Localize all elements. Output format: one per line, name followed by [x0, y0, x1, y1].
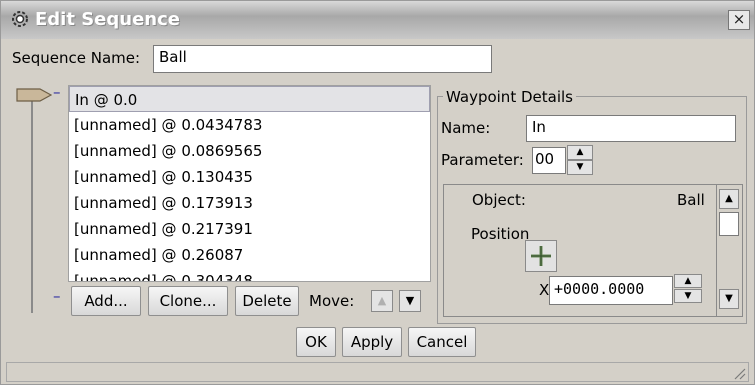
- waypoint-name-label: Name:: [441, 119, 491, 137]
- scrollbar-thumb[interactable]: [719, 212, 739, 236]
- arrow-down-icon: ▼: [405, 294, 415, 307]
- arrow-up-icon: ▲: [725, 193, 733, 204]
- ok-button[interactable]: OK: [296, 327, 336, 357]
- list-item[interactable]: [unnamed] @ 0.26087: [69, 242, 430, 268]
- list-item[interactable]: [unnamed] @ 0.304348: [69, 268, 430, 281]
- scroll-down-button[interactable]: ▼: [719, 289, 739, 309]
- properties-panel: Object: Ball Position X +0000.0000 ▲ ▼ ▲…: [443, 184, 743, 317]
- cancel-button[interactable]: Cancel: [408, 327, 476, 357]
- crosshair-icon: [531, 246, 551, 266]
- title-bar[interactable]: Edit Sequence ×: [1, 1, 754, 39]
- object-value: Ball: [677, 191, 705, 209]
- parameter-decrement-button[interactable]: ▼: [567, 160, 593, 175]
- timeline-handle-icon[interactable]: [16, 87, 52, 103]
- apply-button[interactable]: Apply: [342, 327, 402, 357]
- waypoint-name-input[interactable]: In: [526, 115, 736, 142]
- sequence-name-label: Sequence Name:: [12, 49, 141, 67]
- move-label: Move:: [309, 292, 355, 310]
- arrow-up-icon: ▲: [377, 294, 387, 307]
- arrow-up-icon: ▲: [684, 276, 692, 286]
- list-item[interactable]: In @ 0.0: [69, 86, 430, 112]
- arrow-down-icon: ▼: [725, 293, 733, 304]
- parameter-label: Parameter:: [441, 151, 524, 169]
- move-position-button[interactable]: [525, 240, 557, 272]
- delete-button[interactable]: Delete: [235, 286, 299, 316]
- edit-sequence-dialog: Edit Sequence × Sequence Name: Ball – In…: [0, 0, 755, 385]
- arrow-up-icon: ▲: [576, 147, 584, 157]
- x-label: X: [539, 281, 550, 299]
- timeline-marker-top: –: [53, 83, 61, 101]
- object-label: Object:: [472, 191, 526, 209]
- timeline-track: [31, 97, 33, 313]
- move-up-button[interactable]: ▲: [371, 290, 393, 312]
- arrow-down-icon: ▼: [684, 291, 692, 301]
- arrow-down-icon: ▼: [576, 162, 584, 172]
- resize-grip-icon[interactable]: [732, 366, 746, 380]
- list-item[interactable]: [unnamed] @ 0.0869565: [69, 138, 430, 164]
- add-button[interactable]: Add...: [71, 286, 141, 316]
- x-increment-button[interactable]: ▲: [674, 274, 702, 288]
- properties-scrollbar[interactable]: ▲ ▼: [716, 185, 742, 316]
- parameter-input[interactable]: 00: [532, 147, 566, 174]
- list-item[interactable]: [unnamed] @ 0.0434783: [69, 112, 430, 138]
- timeline-marker-bottom: –: [53, 287, 61, 305]
- close-button[interactable]: ×: [728, 10, 750, 30]
- waypoint-details-title: Waypoint Details: [443, 88, 576, 106]
- position-label: Position: [471, 225, 530, 243]
- waypoint-list: In @ 0.0 [unnamed] @ 0.0434783 [unnamed]…: [68, 85, 431, 282]
- list-item[interactable]: [unnamed] @ 0.130435: [69, 164, 430, 190]
- clone-button[interactable]: Clone...: [148, 286, 228, 316]
- gear-icon: [12, 11, 28, 27]
- x-decrement-button[interactable]: ▼: [674, 289, 702, 303]
- list-item[interactable]: [unnamed] @ 0.217391: [69, 216, 430, 242]
- sequence-name-input[interactable]: Ball: [153, 45, 492, 73]
- move-down-button[interactable]: ▼: [399, 290, 421, 312]
- x-position-input[interactable]: +0000.0000: [549, 276, 673, 305]
- window-title: Edit Sequence: [35, 9, 180, 30]
- list-item[interactable]: [unnamed] @ 0.173913: [69, 190, 430, 216]
- status-bar: [6, 362, 749, 382]
- scroll-up-button[interactable]: ▲: [719, 189, 739, 209]
- parameter-increment-button[interactable]: ▲: [567, 145, 593, 160]
